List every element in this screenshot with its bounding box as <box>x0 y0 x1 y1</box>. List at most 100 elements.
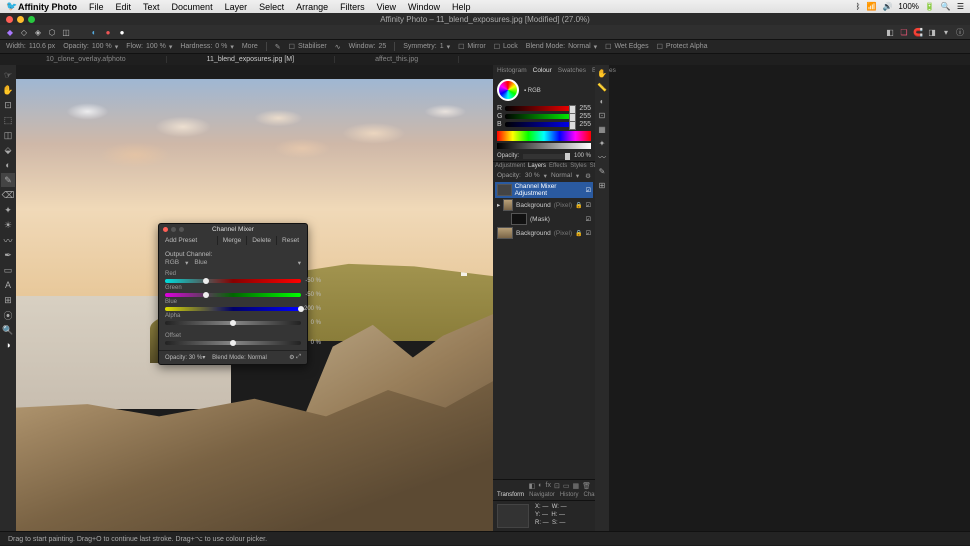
spotlight-icon[interactable]: 🔍 <box>941 2 951 11</box>
visibility-checkbox[interactable]: ☑ <box>586 230 591 237</box>
w-field[interactable]: — <box>561 504 567 510</box>
mirror-checkbox[interactable]: Mirror <box>467 43 485 50</box>
color-picker-icon[interactable]: ◐ <box>88 26 100 38</box>
blendmode-value[interactable]: Normal <box>568 43 591 50</box>
r-field[interactable]: — <box>543 520 549 526</box>
live-filter-icon[interactable]: ⊡ <box>554 482 560 490</box>
stabiliser-checkbox[interactable]: Stabiliser <box>298 43 327 50</box>
panel-opacity-value[interactable]: 30 % <box>189 355 203 361</box>
wetedges-checkbox[interactable]: Wet Edges <box>614 43 648 50</box>
marquee-tool[interactable]: ◫ <box>1 128 15 142</box>
shape-tool[interactable]: ▭ <box>1 263 15 277</box>
menu-view[interactable]: View <box>377 2 396 12</box>
fx-layer-icon[interactable]: fx <box>546 482 551 490</box>
window-value[interactable]: 25 <box>378 43 386 50</box>
measure-icon[interactable]: 📏 <box>596 81 608 93</box>
selection-icon[interactable]: ❏ <box>898 26 910 38</box>
opacity-value[interactable]: 100 % <box>92 43 112 50</box>
brush-library-icon[interactable]: ✎ <box>596 165 608 177</box>
width-value[interactable]: 110.6 px <box>29 43 55 50</box>
flood-tool[interactable]: ⬙ <box>1 143 15 157</box>
colorpicker-tool[interactable]: ⦿ <box>1 308 15 322</box>
blue-slider[interactable]: 200 % <box>165 307 301 311</box>
layer-row-mask[interactable]: (Mask) ☑ <box>497 212 591 226</box>
snapping-icon[interactable]: 🧲 <box>912 26 924 38</box>
photo-persona-icon[interactable]: ◆ <box>4 26 16 38</box>
color-red-icon[interactable]: ● <box>102 26 114 38</box>
panel-minimize-button[interactable] <box>171 227 176 232</box>
lock-icon[interactable]: 🔒 <box>575 230 582 237</box>
mode-select[interactable]: RGB <box>165 259 179 267</box>
group-layer-icon[interactable]: ▭ <box>563 482 570 490</box>
x-field[interactable]: — <box>542 504 548 510</box>
offset-slider[interactable]: 0 % <box>165 341 301 345</box>
apple-icon[interactable]: 🐦 <box>6 1 16 12</box>
wifi-icon[interactable]: 📶 <box>866 2 876 11</box>
force-pressure-icon[interactable]: ✎ <box>275 43 281 51</box>
r-slider[interactable] <box>505 106 576 111</box>
colour-box-icon[interactable]: ▪ <box>524 88 526 94</box>
merge-button[interactable]: Merge <box>217 236 246 245</box>
menu-help[interactable]: Help <box>452 2 471 12</box>
tab-layers[interactable]: Layers <box>528 163 546 169</box>
symmetry-value[interactable]: 1 <box>440 43 444 50</box>
battery-icon[interactable]: 🔋 <box>925 2 935 11</box>
rope-mode-icon[interactable]: ∿ <box>335 43 341 51</box>
tab-swatches[interactable]: Swatches <box>558 67 586 74</box>
layer-row-bg1[interactable]: ▸ Background (Pixel) 🔒 ☑ <box>497 198 591 212</box>
tab-doc2[interactable]: 11_blend_exposures.jpg [M] <box>167 56 335 63</box>
hand-icon[interactable]: ✋ <box>596 67 608 79</box>
canvas-area[interactable]: Channel Mixer Add Preset Merge Delete Re… <box>16 65 493 531</box>
mask-layer-icon[interactable]: ◧ <box>529 482 536 490</box>
g-value[interactable]: 255 <box>579 113 591 120</box>
fill-icon[interactable]: ▦ <box>596 123 608 135</box>
opacity-slider[interactable] <box>523 154 570 159</box>
crop-tool[interactable]: ⊡ <box>1 98 15 112</box>
colour-wheel[interactable] <box>497 79 519 101</box>
visibility-checkbox[interactable]: ☑ <box>586 187 591 194</box>
tab-colour[interactable]: Colour <box>533 67 552 74</box>
g-slider[interactable] <box>505 114 576 119</box>
add-layer-icon[interactable]: ▦ <box>572 482 579 490</box>
export-persona-icon[interactable]: ◫ <box>60 26 72 38</box>
selection-tool[interactable]: ⬚ <box>1 113 15 127</box>
delete-layer-icon[interactable]: 🗑 <box>582 482 591 490</box>
delete-button[interactable]: Delete <box>246 236 276 245</box>
maximize-window-button[interactable] <box>28 16 35 23</box>
tab-navigator[interactable]: Navigator <box>529 492 555 498</box>
zoom-level[interactable]: 100% <box>898 2 918 11</box>
macro-icon[interactable]: ⊞ <box>596 179 608 191</box>
add-preset-button[interactable]: Add Preset <box>162 236 217 245</box>
develop-persona-icon[interactable]: ◈ <box>32 26 44 38</box>
more-button[interactable]: More <box>242 43 258 50</box>
liquify-icon[interactable]: 〰 <box>596 151 608 163</box>
green-slider[interactable]: -50 % <box>165 293 301 297</box>
anchor-selector[interactable] <box>497 504 529 528</box>
menu-select[interactable]: Select <box>259 2 284 12</box>
panel-zoom-button[interactable] <box>179 227 184 232</box>
menu-layer[interactable]: Layer <box>225 2 248 12</box>
pen-tool[interactable]: ✒ <box>1 248 15 262</box>
layer-row-bg2[interactable]: Background (Pixel) 🔒 ☑ <box>497 226 591 240</box>
lock-checkbox[interactable]: Lock <box>503 43 518 50</box>
clone-tool[interactable]: ✦ <box>1 203 15 217</box>
hue-spectrum[interactable] <box>497 131 591 141</box>
panel-cog-icon[interactable]: ⚙ <box>289 354 294 361</box>
info-icon[interactable]: ⓘ <box>954 26 966 38</box>
app-name[interactable]: Affinity Photo <box>18 2 77 12</box>
expand-icon[interactable]: ▸ <box>497 201 500 209</box>
crop-icon[interactable]: ⊡ <box>596 109 608 121</box>
opacity-value[interactable]: 100 % <box>574 153 591 159</box>
protect-alpha-checkbox[interactable]: Protect Alpha <box>666 43 708 50</box>
menu-text[interactable]: Text <box>143 2 160 12</box>
view-tool[interactable]: ✋ <box>1 83 15 97</box>
reset-button[interactable]: Reset <box>276 236 304 245</box>
close-window-button[interactable] <box>6 16 13 23</box>
visibility-checkbox[interactable]: ☑ <box>586 202 591 209</box>
control-center-icon[interactable]: ☰ <box>957 2 964 11</box>
panel-close-button[interactable] <box>163 227 168 232</box>
layer-cog-icon[interactable]: ⚙ <box>585 172 591 180</box>
alpha-slider[interactable]: 0 % <box>165 321 301 325</box>
menu-filters[interactable]: Filters <box>340 2 365 12</box>
mesh-tool[interactable]: ⊞ <box>1 293 15 307</box>
